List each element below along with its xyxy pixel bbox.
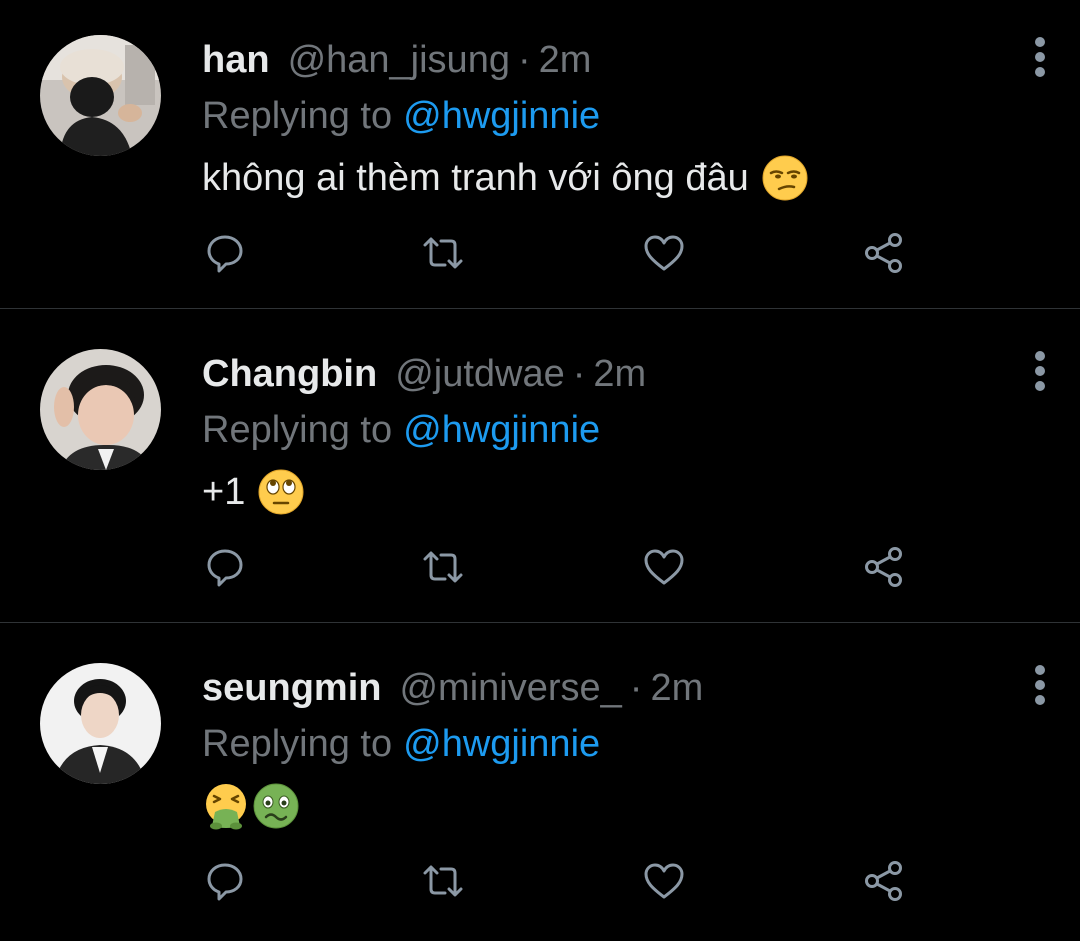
more-vertical-icon[interactable] bbox=[1024, 350, 1056, 394]
share-icon[interactable] bbox=[862, 231, 906, 275]
share-icon[interactable] bbox=[862, 859, 906, 903]
tweet-actions bbox=[0, 231, 1080, 275]
timestamp[interactable]: 2m bbox=[539, 39, 592, 82]
user-handle[interactable]: @miniverse_ bbox=[399, 667, 621, 710]
tweet[interactable]: Changbin @jutdwae · 2m Replying to @hwgj… bbox=[0, 314, 1080, 627]
face-vomiting-emoji bbox=[202, 782, 250, 830]
face-with-rolling-eyes-emoji bbox=[257, 468, 305, 516]
retweet-icon[interactable] bbox=[421, 859, 465, 903]
tweet-text-content: +1 bbox=[202, 470, 246, 513]
like-icon[interactable] bbox=[642, 231, 686, 275]
tweet[interactable]: han @han_jisung · 2m Replying to @hwgjin… bbox=[0, 0, 1080, 313]
tweet[interactable]: seungmin @miniverse_ · 2m Replying to @h… bbox=[0, 628, 1080, 941]
reply-icon[interactable] bbox=[203, 231, 247, 275]
tweet-header: han @han_jisung · 2m bbox=[202, 36, 591, 84]
tweet-text: không ai thèm tranh với ông đâu bbox=[202, 152, 809, 204]
share-icon[interactable] bbox=[862, 545, 906, 589]
timestamp[interactable]: 2m bbox=[650, 667, 703, 710]
nauseated-face-emoji bbox=[252, 782, 300, 830]
divider bbox=[0, 622, 1080, 623]
more-vertical-icon[interactable] bbox=[1024, 36, 1056, 80]
replying-to-label: Replying to bbox=[202, 94, 393, 137]
tweet-text bbox=[202, 780, 300, 832]
timestamp[interactable]: 2m bbox=[593, 353, 646, 396]
user-handle[interactable]: @han_jisung bbox=[288, 39, 510, 82]
tweet-header: seungmin @miniverse_ · 2m bbox=[202, 664, 703, 712]
replying-to: Replying to @hwgjinnie bbox=[202, 92, 600, 140]
display-name[interactable]: han bbox=[202, 39, 270, 82]
separator: · bbox=[572, 352, 586, 395]
retweet-icon[interactable] bbox=[421, 231, 465, 275]
avatar[interactable] bbox=[40, 349, 161, 470]
separator: · bbox=[517, 38, 531, 81]
reply-icon[interactable] bbox=[203, 545, 247, 589]
tweet-header: Changbin @jutdwae · 2m bbox=[202, 350, 646, 398]
replying-to-label: Replying to bbox=[202, 408, 393, 451]
like-icon[interactable] bbox=[642, 545, 686, 589]
replying-to: Replying to @hwgjinnie bbox=[202, 720, 600, 768]
mention-link[interactable]: @hwgjinnie bbox=[403, 409, 600, 452]
tweet-text: +1 bbox=[202, 466, 305, 518]
mention-link[interactable]: @hwgjinnie bbox=[403, 95, 600, 138]
replying-to: Replying to @hwgjinnie bbox=[202, 406, 600, 454]
avatar[interactable] bbox=[40, 35, 161, 156]
avatar[interactable] bbox=[40, 663, 161, 784]
separator: · bbox=[629, 666, 643, 709]
display-name[interactable]: seungmin bbox=[202, 667, 381, 710]
more-vertical-icon[interactable] bbox=[1024, 664, 1056, 708]
unamused-face-emoji bbox=[761, 154, 809, 202]
replying-to-label: Replying to bbox=[202, 722, 393, 765]
tweet-actions bbox=[0, 545, 1080, 589]
tweet-text-content: không ai thèm tranh với ông đâu bbox=[202, 156, 749, 199]
reply-feed: han @han_jisung · 2m Replying to @hwgjin… bbox=[0, 0, 1080, 937]
retweet-icon[interactable] bbox=[421, 545, 465, 589]
mention-link[interactable]: @hwgjinnie bbox=[403, 723, 600, 766]
divider bbox=[0, 308, 1080, 309]
display-name[interactable]: Changbin bbox=[202, 353, 377, 396]
like-icon[interactable] bbox=[642, 859, 686, 903]
user-handle[interactable]: @jutdwae bbox=[395, 353, 565, 396]
reply-icon[interactable] bbox=[203, 859, 247, 903]
tweet-actions bbox=[0, 859, 1080, 903]
